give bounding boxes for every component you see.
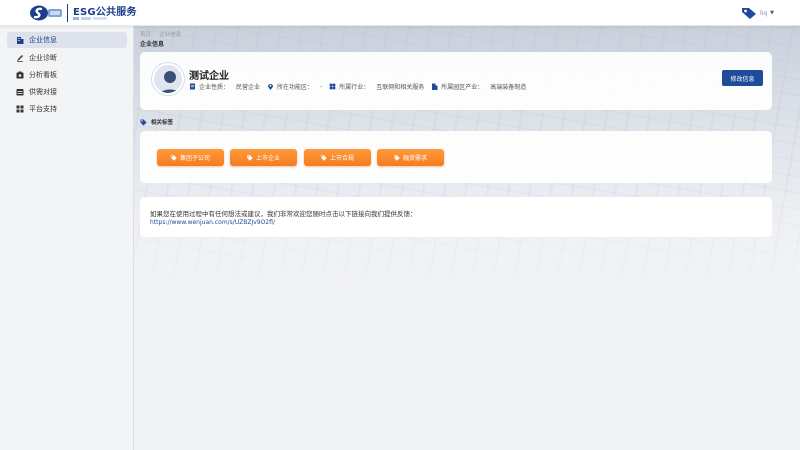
main-content: 首页 › 企业信息 企业信息 测试企业 企业性质： 民营企业 所在功能区： - <box>134 26 800 450</box>
industry-grid-icon <box>329 83 336 90</box>
breadcrumb-current: 企业信息 <box>159 32 182 38</box>
esg-logo-icon <box>30 5 62 21</box>
tag-label: 集团子公司 <box>179 155 210 162</box>
tags-section-title: 相关标签 <box>151 120 174 126</box>
dashboard-icon <box>16 71 24 79</box>
tag-label: 融资需求 <box>402 155 427 162</box>
tag-listing-compliance[interactable]: 上市合规 <box>304 149 371 166</box>
page-title: 企业信息 <box>140 41 165 48</box>
info-function-zone: 所在功能区： - <box>267 82 322 91</box>
top-header: ESG公共服务 liq ▼ <box>0 0 800 26</box>
diagnosis-pen-icon <box>17 55 23 62</box>
info-label: 所在功能区： <box>277 84 314 91</box>
info-value: - <box>320 83 323 90</box>
logo-divider <box>67 4 68 22</box>
logo-subtitle-graphic <box>73 16 113 21</box>
tag-icon <box>247 154 253 161</box>
feedback-card: 如果您在使用过程中有任何想法或建议，我们非常欢迎您随时点击以下链接向我们提供反馈… <box>140 197 772 237</box>
info-value: 互联网和相关服务 <box>376 84 425 91</box>
tag-icon <box>394 154 400 161</box>
info-label: 所属行业： <box>339 84 370 91</box>
supply-demand-icon <box>16 89 24 96</box>
sidebar-item-label: 分析看板 <box>29 71 57 79</box>
info-industry: 所属行业： 互联网和相关服务 <box>329 82 424 91</box>
grid-apps-icon <box>16 105 24 113</box>
company-info-row: 企业性质： 民营企业 所在功能区： - 所属行业： 互联网和相关服务 所属园区产… <box>189 82 533 91</box>
breadcrumb-separator: › <box>154 30 157 36</box>
company-avatar <box>152 63 184 95</box>
tag-icon <box>321 154 327 161</box>
edit-info-button[interactable]: 修改信息 <box>722 70 763 86</box>
info-value: 民营企业 <box>236 84 261 91</box>
document-icon <box>190 83 195 90</box>
user-menu[interactable]: liq ▼ <box>741 6 774 20</box>
company-name: 测试企业 <box>189 71 229 82</box>
sidebar-item-company-info[interactable]: 企业信息 <box>7 32 127 48</box>
tag-label: 上市企业 <box>255 155 280 162</box>
feedback-link[interactable]: https://www.wenjuan.com/s/UZBZJv9O2fl/ <box>150 219 275 226</box>
sidebar-item-label: 企业信息 <box>29 36 57 44</box>
sidebar-item-label: 供需对接 <box>29 88 57 96</box>
info-park-industry: 所属园区产业： 高端装备制造 <box>431 82 526 91</box>
sidebar-item-platform-support[interactable]: 平台支持 <box>7 101 127 117</box>
company-profile-card: 测试企业 企业性质： 民营企业 所在功能区： - 所属行业： 互联网和相关服务 … <box>140 52 772 110</box>
info-label: 所属园区产业： <box>441 84 484 91</box>
tag-label: 上市合规 <box>329 155 354 162</box>
chevron-down-icon: ▼ <box>770 10 774 16</box>
tags-card: 集团子公司 上市企业 上市合规 融资需求 <box>140 131 772 183</box>
tag-icon <box>140 119 147 125</box>
user-name: liq <box>759 9 768 17</box>
sidebar-item-dashboard[interactable]: 分析看板 <box>7 67 127 83</box>
sidebar-item-supply-demand[interactable]: 供需对接 <box>7 84 127 100</box>
tags-section-header: 相关标签 <box>140 118 173 126</box>
info-label: 企业性质： <box>199 84 230 91</box>
building-icon <box>17 37 24 44</box>
tag-icon <box>171 154 177 161</box>
park-building-icon <box>432 83 438 90</box>
tag-group-subsidiary[interactable]: 集团子公司 <box>157 149 224 166</box>
breadcrumb-home[interactable]: 首页 <box>140 30 151 38</box>
info-company-type: 企业性质： 民营企业 <box>189 82 260 91</box>
tag-financing-demand[interactable]: 融资需求 <box>377 149 444 166</box>
sidebar-item-diagnosis[interactable]: 企业诊断 <box>7 50 127 66</box>
user-tag-icon <box>741 8 756 19</box>
sidebar-item-label: 平台支持 <box>29 105 57 113</box>
info-value: 高端装备制造 <box>490 84 527 91</box>
user-silhouette-icon <box>160 71 180 93</box>
breadcrumb: 首页 › 企业信息 <box>140 30 181 38</box>
location-pin-icon <box>268 84 274 90</box>
feedback-text: 如果您在使用过程中有任何想法或建议，我们非常欢迎您随时点击以下链接向我们提供反馈… <box>150 210 417 218</box>
tag-listed-company[interactable]: 上市企业 <box>230 149 297 166</box>
sidebar: 企业信息 企业诊断 分析看板 供需对接 平台支持 <box>0 26 134 450</box>
sidebar-item-label: 企业诊断 <box>29 54 57 62</box>
